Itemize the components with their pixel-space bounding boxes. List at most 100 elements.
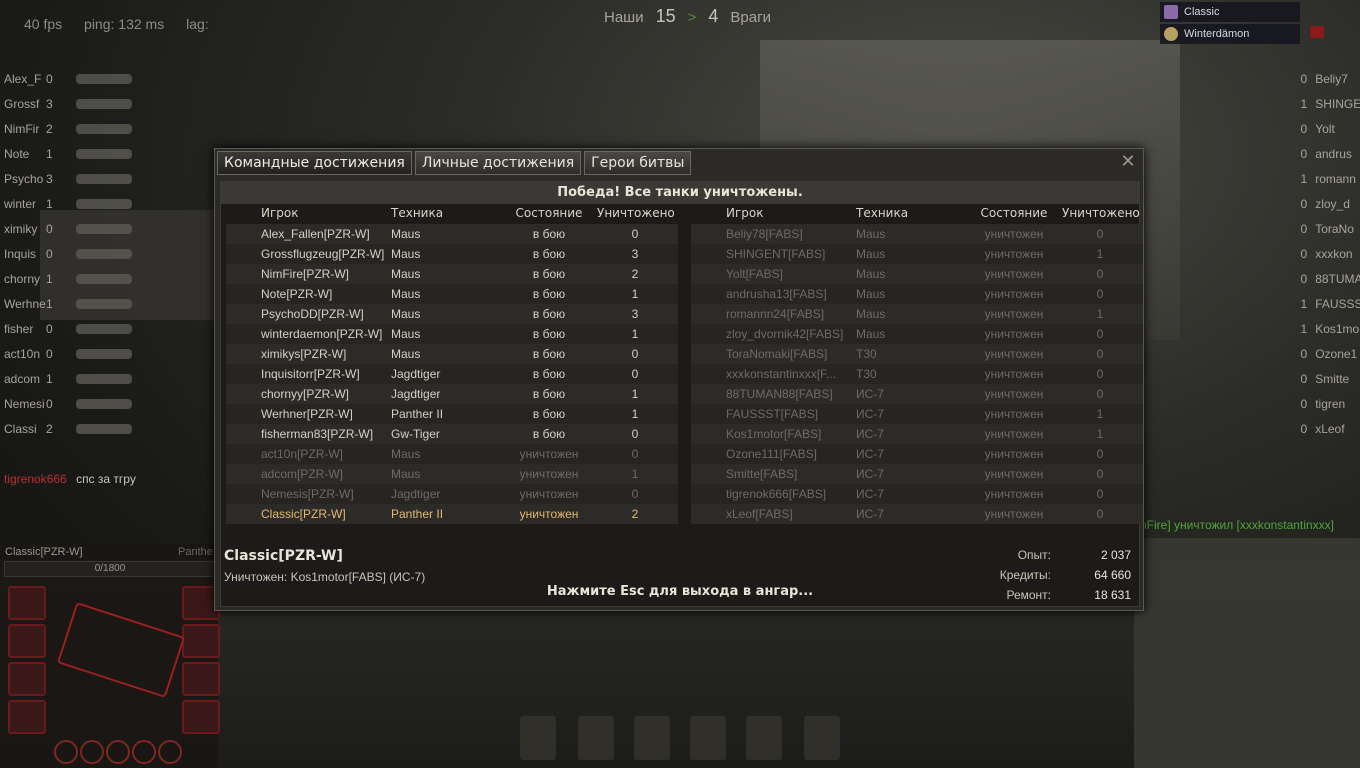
side-player-kills: 1 [1300, 171, 1308, 186]
side-player-name: adcom [4, 371, 41, 386]
side-player-row: Nemesi 0 [4, 391, 132, 416]
gun-icon [8, 662, 46, 696]
medkit-icon[interactable] [804, 716, 840, 760]
side-player-row: Psycho 3 [4, 166, 132, 191]
side-player-kills: 0 [1300, 221, 1308, 236]
tank-silhouette-icon [76, 73, 132, 84]
performance-readout: 40 fps ping: 132 ms lag: [24, 16, 227, 32]
optics-icon [182, 662, 220, 696]
side-player-kills: 2 [46, 421, 53, 436]
table-row: Smitte[FABS] ИС-7 уничтожен 0 [691, 464, 1143, 484]
side-player-name: Nemesi [4, 396, 45, 411]
side-player-row: 0 xLeof [1296, 416, 1360, 441]
stat-credits: Кредиты: 64 660 [981, 568, 1131, 588]
tank-name: Gw-Tiger [391, 427, 440, 441]
tank-state: уничтожен [519, 447, 579, 461]
side-player-name: Inquis [4, 246, 37, 261]
ammo-slot-3-icon[interactable] [634, 716, 670, 760]
side-player-kills: 2 [46, 121, 53, 136]
side-player-name: chorny [4, 271, 41, 286]
tab-personal-achievements[interactable]: Личные достижения [414, 151, 582, 175]
col-tank: Техника [856, 206, 909, 220]
side-player-kills: 0 [1300, 196, 1308, 211]
tank-silhouette-icon [76, 323, 132, 334]
tank-state: уничтожен [519, 467, 579, 481]
col-kills: Уничтожено [597, 206, 675, 220]
tank-name: Maus [391, 347, 421, 361]
side-player-kills: 0 [46, 346, 53, 361]
side-player-name: Classi [4, 421, 37, 436]
side-player-row: 0 zloy_d [1296, 191, 1360, 216]
side-player-row: 1 Kos1mo [1296, 316, 1360, 341]
driver-icon [106, 740, 130, 764]
tank-name: Jagdtiger [391, 367, 441, 381]
col-player: Игрок [261, 206, 299, 220]
player-name: Smitte[FABS] [726, 467, 798, 481]
squad-member-name: Winterdämon [1184, 28, 1250, 40]
squad-member-name: Classic [1184, 6, 1220, 18]
allies-table: Игрок Техника Состояние Уничтожено Alex_… [226, 206, 678, 524]
tank-silhouette-icon [76, 348, 132, 359]
side-player-row: 0 ToraNo [1296, 216, 1360, 241]
tank-silhouette-icon [76, 373, 132, 384]
stat-label: Ремонт: [1006, 588, 1051, 602]
fire-extinguisher-icon[interactable] [690, 716, 726, 760]
tank-name: Maus [856, 227, 886, 241]
chat-user: tigrenok666 [4, 472, 67, 486]
player-name: NimFire[PZR-W] [261, 267, 349, 281]
tank-state: уничтожен [984, 407, 1044, 421]
ammo-slot-1-icon[interactable] [520, 716, 556, 760]
kill-count: 0 [1096, 507, 1104, 521]
battle-results-window: Командные достижения Личные достижения Г… [214, 148, 1144, 611]
enemies-label: Враги [730, 9, 771, 26]
player-name: Beliy78[FABS] [726, 227, 803, 241]
repair-kit-icon[interactable] [746, 716, 782, 760]
side-player-row: Note 1 [4, 141, 132, 166]
side-player-name: Beliy7 [1315, 71, 1348, 86]
allies-count: 15 [655, 6, 676, 26]
player-name: xLeof[FABS] [726, 507, 793, 521]
tank-name: Maus [391, 227, 421, 241]
side-player-row: chorny 1 [4, 266, 132, 291]
side-player-kills: 3 [46, 171, 53, 186]
tank-state: уничтожен [984, 507, 1044, 521]
player-name: FAUSSST[FABS] [726, 407, 819, 421]
table-row: Beliy78[FABS] Maus уничтожен 0 [691, 224, 1143, 244]
side-player-row: fisher 0 [4, 316, 132, 341]
ammo-slot-2-icon[interactable] [578, 716, 614, 760]
side-player-kills: 0 [1300, 146, 1308, 161]
stat-value: 64 660 [1094, 568, 1131, 582]
kill-count: 1 [631, 287, 639, 301]
squad-member: Classic [1160, 2, 1300, 22]
tank-state: в бою [532, 287, 566, 301]
tab-battle-heroes[interactable]: Герои битвы [584, 151, 692, 175]
side-player-row: 0 Smitte [1296, 366, 1360, 391]
close-icon[interactable]: ✕ [1119, 152, 1137, 170]
player-name: SHINGENT[FABS] [726, 247, 826, 261]
table-row: fisherman83[PZR-W] Gw-Tiger в бою 0 [226, 424, 678, 444]
tank-silhouette-icon [76, 248, 132, 259]
minimap[interactable] [1134, 538, 1360, 768]
damage-panel: Classic[PZR-W] Panthe 0/1800 [0, 544, 220, 768]
side-player-row: winter 1 [4, 191, 132, 216]
side-player-kills: 0 [1300, 246, 1308, 261]
kill-count: 1 [1096, 427, 1104, 441]
side-player-row: 0 Yolt [1296, 116, 1360, 141]
side-player-kills: 0 [46, 221, 53, 236]
player-name: Inquisitorr[PZR-W] [261, 367, 360, 381]
tank-state: уничтожен [984, 487, 1044, 501]
kill-count: 1 [1096, 307, 1104, 321]
tank-name: ИС-7 [856, 427, 884, 441]
tank-state: в бою [532, 347, 566, 361]
radioman-icon [132, 740, 156, 764]
tank-state: уничтожен [984, 247, 1044, 261]
loader-icon [158, 740, 182, 764]
side-player-row: Alex_F 0 [4, 66, 132, 91]
tank-name: T30 [856, 367, 877, 381]
tab-team-achievements[interactable]: Командные достижения [217, 151, 412, 175]
tank-silhouette-icon [76, 198, 132, 209]
side-player-kills: 1 [46, 196, 53, 211]
side-player-row: Werhne 1 [4, 291, 132, 316]
table-row: andrusha13[FABS] Maus уничтожен 0 [691, 284, 1143, 304]
stat-value: 2 037 [1100, 548, 1131, 562]
